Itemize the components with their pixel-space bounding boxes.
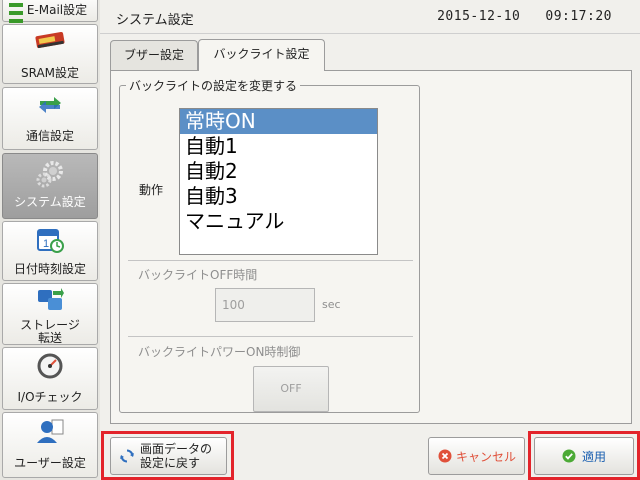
svg-text:1: 1 xyxy=(43,238,49,250)
sidebar-item-label: SRAM設定 xyxy=(20,66,80,80)
tab-buzzer-settings[interactable]: ブザー設定 xyxy=(110,40,198,70)
storage-transfer-icon xyxy=(3,287,97,313)
calendar-clock-icon: 1 xyxy=(3,226,97,254)
tab-backlight-settings[interactable]: バックライト設定 xyxy=(198,39,325,71)
date-text: 2015-12-10 xyxy=(437,9,521,24)
power-on-toggle-button[interactable]: OFF xyxy=(253,366,329,412)
sidebar-item-user[interactable]: ユーザー設定 xyxy=(2,412,98,478)
ram-chip-icon xyxy=(3,31,97,49)
cancel-icon xyxy=(438,449,452,463)
sidebar: E-Mail設定 SRAM設定 通信設定 システム設定 1 日付時刻設定 ストレ… xyxy=(0,0,100,480)
divider xyxy=(128,336,413,337)
apply-button[interactable]: 適用 xyxy=(534,437,634,475)
header-bar: システム設定 2015-12-10 09:17:20 xyxy=(100,0,640,34)
off-time-label: バックライトOFF時間 xyxy=(138,268,258,282)
reset-to-screen-data-button[interactable]: 画面データの 設定に戻す xyxy=(110,437,227,475)
reset-label-line2: 設定に戻す xyxy=(140,456,201,470)
list-item[interactable]: マニュアル xyxy=(180,209,377,234)
sidebar-item-datetime[interactable]: 1 日付時刻設定 xyxy=(2,221,98,281)
time-text: 09:17:20 xyxy=(545,9,612,24)
tab-content-panel: バックライトの設定を変更する 動作 常時ON 自動1 自動2 自動3 マニュアル… xyxy=(110,70,632,424)
gauge-icon xyxy=(3,353,97,379)
list-item[interactable]: 自動2 xyxy=(180,159,377,184)
divider xyxy=(128,260,413,261)
reset-button-label: 画面データの 設定に戻す xyxy=(140,442,212,470)
checkmark-icon xyxy=(562,449,576,463)
sidebar-item-label: システム設定 xyxy=(14,195,86,209)
list-item[interactable]: 自動1 xyxy=(180,134,377,159)
user-icon xyxy=(3,418,97,446)
sidebar-item-label: E-Mail設定 xyxy=(26,3,88,17)
sidebar-item-io-check[interactable]: I/Oチェック xyxy=(2,347,98,410)
exchange-arrows-icon xyxy=(3,94,97,116)
refresh-icon xyxy=(120,449,134,463)
sidebar-item-email[interactable]: E-Mail設定 xyxy=(2,0,98,37)
sidebar-item-label: 日付時刻設定 xyxy=(13,262,86,276)
action-label: 動作 xyxy=(139,183,164,197)
page-title: システム設定 xyxy=(116,13,194,28)
power-on-label: バックライトパワーON時制御 xyxy=(138,345,301,359)
off-time-unit: sec xyxy=(322,298,341,311)
sidebar-item-label-line2: 転送 xyxy=(37,331,62,345)
group-title: バックライトの設定を変更する xyxy=(126,77,301,94)
list-item[interactable]: 自動3 xyxy=(180,184,377,209)
list-item[interactable]: 常時ON xyxy=(180,109,377,134)
sidebar-item-sram[interactable]: SRAM設定 xyxy=(2,24,98,84)
backlight-mode-listbox[interactable]: 常時ON 自動1 自動2 自動3 マニュアル xyxy=(179,108,378,255)
cancel-button[interactable]: キャンセル xyxy=(428,437,525,475)
sidebar-item-label: ユーザー設定 xyxy=(14,456,86,470)
backlight-groupbox: バックライトの設定を変更する 動作 常時ON 自動1 自動2 自動3 マニュアル… xyxy=(119,77,420,413)
reset-label-line1: 画面データの xyxy=(140,442,213,456)
sidebar-item-label: I/Oチェック xyxy=(17,390,83,404)
sidebar-item-storage-transfer[interactable]: ストレージ 転送 xyxy=(2,283,98,345)
sidebar-item-communication[interactable]: 通信設定 xyxy=(2,87,98,150)
sidebar-item-label: 通信設定 xyxy=(25,129,74,143)
sidebar-item-label-line1: ストレージ xyxy=(20,318,80,332)
cancel-label: キャンセル xyxy=(456,449,517,464)
datetime-display: 2015-12-10 09:17:20 xyxy=(437,9,612,24)
off-time-input[interactable]: 100 xyxy=(215,288,315,322)
gears-icon xyxy=(3,160,97,188)
apply-label: 適用 xyxy=(581,449,606,464)
sidebar-item-system[interactable]: システム設定 xyxy=(2,153,98,219)
